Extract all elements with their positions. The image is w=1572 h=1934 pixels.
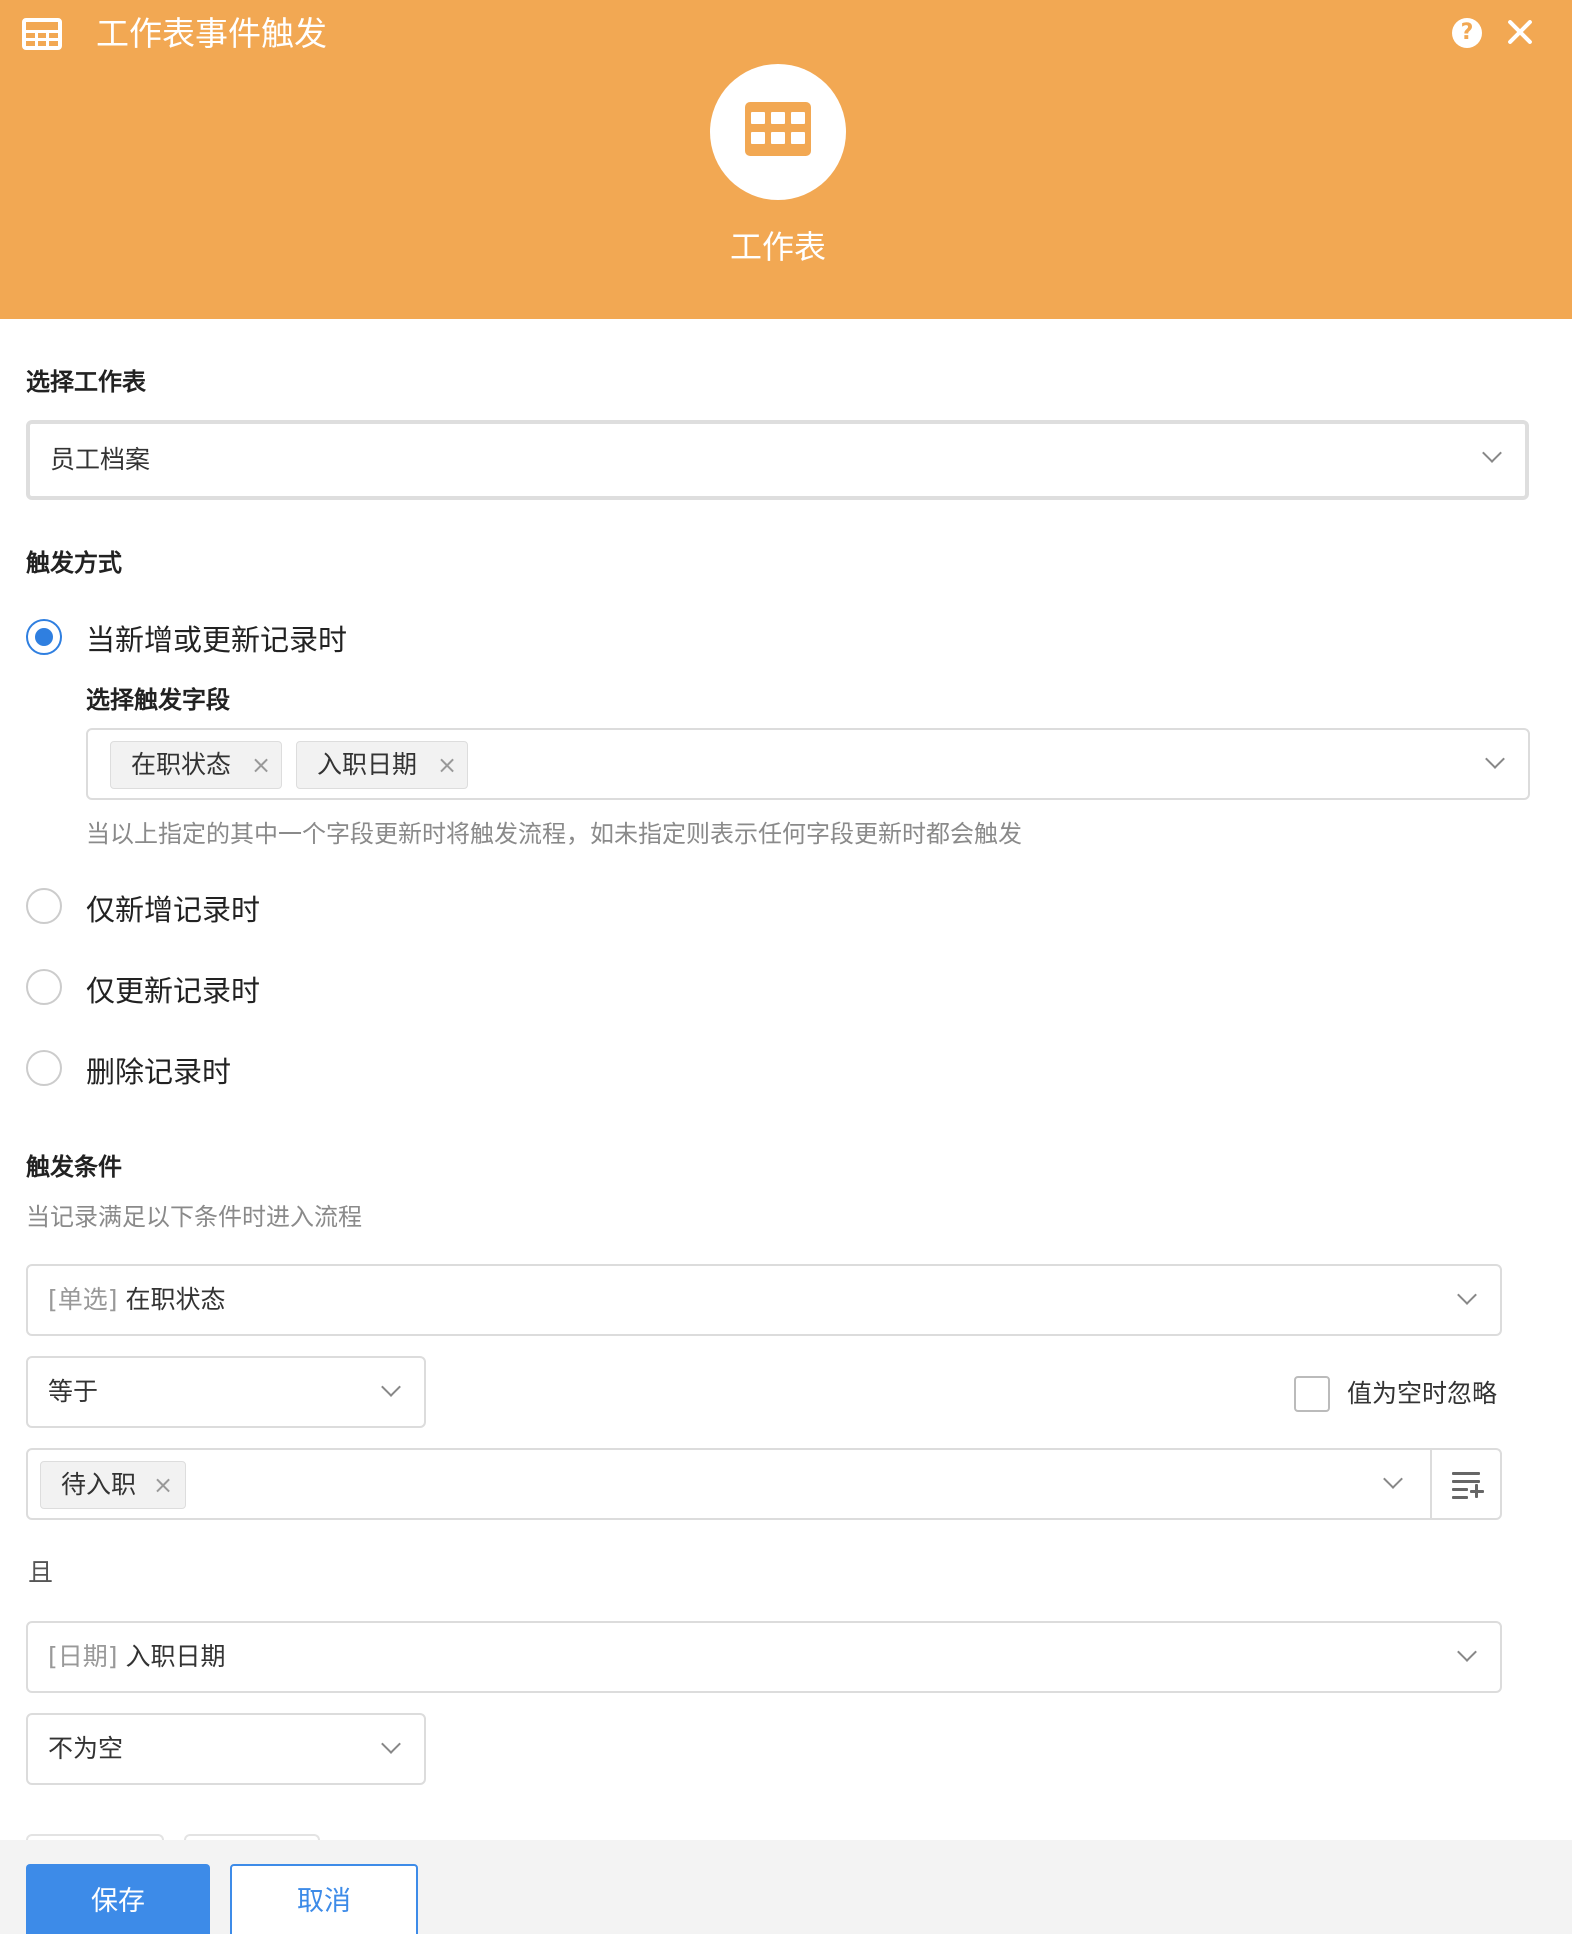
radio-update-only-label: 仅更新记录时 [86, 974, 261, 1008]
radio-delete-label: 删除记录时 [86, 1055, 232, 1089]
field-type-label: [单选] [48, 1285, 118, 1314]
field-name-label: 在职状态 [125, 1285, 226, 1314]
dialog-title: 工作表事件触发 [96, 14, 327, 53]
radio-add-or-update[interactable] [26, 619, 62, 655]
field-tag: 在职状态 × [110, 741, 282, 789]
remove-tag-icon[interactable]: × [153, 1462, 173, 1508]
remove-tag-icon[interactable]: × [251, 742, 271, 788]
trigger-field-select[interactable]: 在职状态 × 入职日期 × [86, 728, 1530, 800]
radio-add-only[interactable] [26, 888, 62, 924]
chevron-down-icon [1485, 749, 1505, 769]
field-name-label: 入职日期 [125, 1642, 226, 1671]
condition-field-select[interactable]: [日期] 入职日期 [26, 1621, 1502, 1693]
radio-add-or-update-label: 当新增或更新记录时 [86, 623, 348, 657]
condition-field-select[interactable]: [单选] 在职状态 [26, 1264, 1502, 1336]
ignore-empty-checkbox[interactable] [1294, 1376, 1330, 1412]
grid-table-icon [745, 102, 811, 156]
grid-table-icon [22, 18, 62, 50]
condition-value-select[interactable]: 待入职 × [26, 1448, 1502, 1520]
radio-delete[interactable] [26, 1050, 62, 1086]
remove-tag-icon[interactable]: × [437, 742, 457, 788]
value-tag-label: 待入职 [61, 1470, 137, 1499]
trigger-field-heading: 选择触发字段 [86, 686, 230, 714]
conditions-heading: 触发条件 [26, 1153, 122, 1181]
chevron-down-icon [1457, 1642, 1477, 1662]
close-icon[interactable] [1502, 14, 1538, 50]
conditions-hint: 当记录满足以下条件时进入流程 [26, 1203, 362, 1231]
list-add-icon[interactable] [1452, 1470, 1486, 1500]
chevron-down-icon [1457, 1285, 1477, 1305]
field-tag: 入职日期 × [296, 741, 468, 789]
sheet-select[interactable]: 员工档案 [26, 420, 1529, 500]
chevron-down-icon [381, 1377, 401, 1397]
field-type-label: [日期] [48, 1642, 118, 1671]
operator-select[interactable]: 不为空 [26, 1713, 426, 1785]
node-type-label: 工作表 [729, 228, 826, 266]
save-button[interactable]: 保存 [26, 1864, 210, 1934]
ignore-empty-label: 值为空时忽略 [1347, 1379, 1498, 1408]
chevron-down-icon [1383, 1469, 1403, 1489]
radio-update-only[interactable] [26, 969, 62, 1005]
select-sheet-heading: 选择工作表 [26, 368, 146, 396]
trigger-mode-heading: 触发方式 [26, 549, 122, 577]
header-bar: 工作表事件触发 ? 工作表 [0, 0, 1572, 319]
help-icon[interactable]: ? [1452, 18, 1482, 48]
worksheet-node-badge [710, 64, 846, 200]
field-tag-label: 入职日期 [317, 750, 418, 779]
operator-value: 不为空 [48, 1734, 124, 1763]
operator-value: 等于 [48, 1377, 99, 1406]
chevron-down-icon [1482, 443, 1502, 463]
condition-field-value: [单选] 在职状态 [48, 1266, 225, 1334]
field-tag-label: 在职状态 [131, 750, 232, 779]
divider [1430, 1450, 1432, 1518]
cancel-button[interactable]: 取消 [230, 1864, 418, 1934]
chevron-down-icon [381, 1734, 401, 1754]
value-tag: 待入职 × [40, 1461, 186, 1509]
sheet-select-value: 员工档案 [50, 445, 151, 474]
footer-bar: 保存 取消 [0, 1840, 1572, 1934]
radio-add-only-label: 仅新增记录时 [86, 893, 261, 927]
condition-joiner: 且 [28, 1558, 54, 1587]
condition-field-value: [日期] 入职日期 [48, 1623, 225, 1691]
trigger-field-hint: 当以上指定的其中一个字段更新时将触发流程，如未指定则表示任何字段更新时都会触发 [86, 820, 1022, 848]
operator-select[interactable]: 等于 [26, 1356, 426, 1428]
